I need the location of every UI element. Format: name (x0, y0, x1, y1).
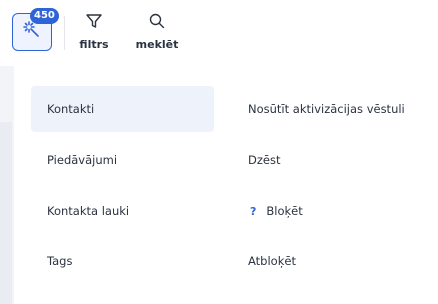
menu-item-send-activation-email[interactable]: Nosūtīt aktivizācijas vēstuli (232, 86, 438, 132)
menu-item-delete[interactable]: Dzēst (232, 137, 438, 183)
question-mark-icon: ? (250, 204, 257, 218)
menu-item-kontakta-lauki[interactable]: Kontakta lauki (31, 188, 214, 234)
count-badge: 450 (30, 8, 59, 24)
filter-icon (85, 12, 103, 34)
search-label: meklēt (135, 38, 179, 51)
search-button[interactable]: meklēt (136, 12, 178, 51)
toolbar: 450 filtrs meklēt (0, 0, 438, 66)
menu-item-label: Kontakta lauki (47, 204, 130, 218)
menu-item-label: Nosūtīt aktivizācijas vēstuli (248, 102, 405, 116)
toolbar-divider (64, 16, 65, 50)
menu-item-label: Atbloķēt (248, 254, 296, 268)
dropdown-menu: Kontakti Piedāvājumi Kontakta lauki Tags… (14, 66, 438, 304)
menu-item-tags[interactable]: Tags (31, 238, 214, 284)
menu-item-label: Bloķēt (266, 204, 303, 218)
filter-button[interactable]: filtrs (78, 12, 110, 51)
menu-item-label: Kontakti (47, 102, 95, 116)
menu-item-label: Dzēst (248, 153, 281, 167)
menu-item-block[interactable]: ? Bloķēt (232, 188, 438, 234)
menu-item-label: Piedāvājumi (47, 153, 118, 167)
menu-item-unblock[interactable]: Atbloķēt (232, 238, 438, 284)
menu-item-piedavajumi[interactable]: Piedāvājumi (31, 137, 214, 183)
menu-item-label: Tags (47, 254, 73, 268)
filter-label: filtrs (79, 38, 109, 51)
menu-item-kontakti[interactable]: Kontakti (31, 86, 214, 132)
background-panel-edge (0, 122, 12, 304)
search-icon (148, 12, 166, 34)
